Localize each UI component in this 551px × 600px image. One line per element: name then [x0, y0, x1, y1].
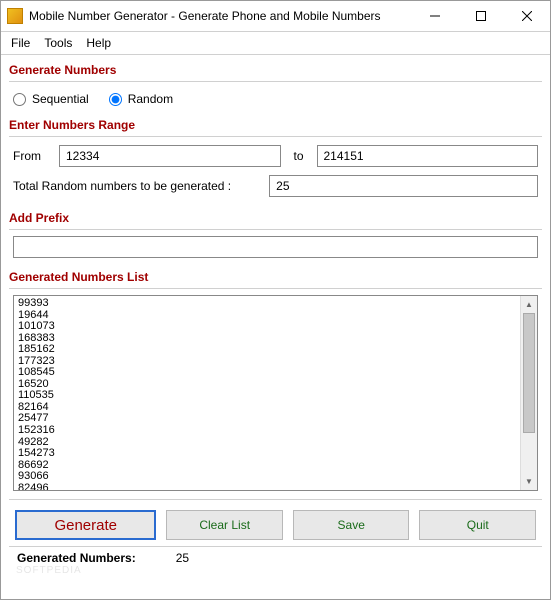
maximize-button[interactable] — [458, 1, 504, 31]
prefix-row — [9, 236, 542, 264]
section-generate-numbers: Generate Numbers — [9, 59, 542, 82]
generate-button[interactable]: Generate — [15, 510, 156, 540]
status-value: 25 — [176, 551, 189, 565]
menubar: File Tools Help — [1, 31, 550, 55]
radio-sequential-label: Sequential — [32, 92, 89, 106]
mode-row: Sequential Random — [9, 88, 542, 112]
list-item[interactable]: 16520 — [18, 379, 516, 391]
total-label: Total Random numbers to be generated : — [13, 179, 231, 193]
list-item[interactable]: 49282 — [18, 437, 516, 449]
scroll-track[interactable] — [521, 433, 537, 473]
total-input[interactable] — [269, 175, 538, 197]
list-item[interactable]: 19644 — [18, 310, 516, 322]
numbers-list-inner: 9939319644101073168383185162177323108545… — [14, 296, 520, 490]
scroll-down-icon[interactable]: ▼ — [521, 473, 537, 490]
quit-button[interactable]: Quit — [419, 510, 536, 540]
titlebar: Mobile Number Generator - Generate Phone… — [1, 1, 550, 31]
clear-list-button[interactable]: Clear List — [166, 510, 283, 540]
window-controls — [412, 1, 550, 31]
list-item[interactable]: 152316 — [18, 425, 516, 437]
section-prefix: Add Prefix — [9, 207, 542, 230]
list-item[interactable]: 101073 — [18, 321, 516, 333]
list-item[interactable]: 108545 — [18, 367, 516, 379]
menu-help[interactable]: Help — [86, 36, 111, 50]
list-item[interactable]: 154273 — [18, 448, 516, 460]
total-row: Total Random numbers to be generated : — [9, 173, 542, 205]
scroll-thumb[interactable] — [523, 313, 535, 433]
list-item[interactable]: 25477 — [18, 413, 516, 425]
to-label: to — [289, 149, 309, 163]
list-item[interactable]: 82496 — [18, 483, 516, 490]
window-title: Mobile Number Generator - Generate Phone… — [29, 9, 412, 23]
menu-file[interactable]: File — [11, 36, 30, 50]
to-input[interactable] — [317, 145, 539, 167]
list-item[interactable]: 93066 — [18, 471, 516, 483]
status-label: Generated Numbers: — [17, 551, 136, 565]
close-button[interactable] — [504, 1, 550, 31]
radio-sequential-input[interactable] — [13, 93, 26, 106]
list-item[interactable]: 168383 — [18, 333, 516, 345]
list-item[interactable]: 86692 — [18, 460, 516, 472]
list-item[interactable]: 99393 — [18, 298, 516, 310]
radio-random-label: Random — [128, 92, 173, 106]
radio-random-input[interactable] — [109, 93, 122, 106]
section-list: Generated Numbers List — [9, 266, 542, 289]
list-item[interactable]: 177323 — [18, 356, 516, 368]
range-row: From to — [9, 143, 542, 173]
save-button[interactable]: Save — [293, 510, 410, 540]
radio-sequential[interactable]: Sequential — [13, 92, 89, 106]
list-item[interactable]: 82164 — [18, 402, 516, 414]
list-item[interactable]: 185162 — [18, 344, 516, 356]
scroll-up-icon[interactable]: ▲ — [521, 296, 537, 313]
numbers-listbox[interactable]: 9939319644101073168383185162177323108545… — [13, 295, 538, 491]
radio-random[interactable]: Random — [109, 92, 173, 106]
statusbar: Generated Numbers: 25 — [9, 546, 542, 569]
prefix-input[interactable] — [13, 236, 538, 258]
from-label: From — [13, 149, 51, 163]
list-scrollbar[interactable]: ▲ ▼ — [520, 296, 537, 490]
app-icon — [7, 8, 23, 24]
list-item[interactable]: 110535 — [18, 390, 516, 402]
button-row: Generate Clear List Save Quit — [9, 499, 542, 546]
menu-tools[interactable]: Tools — [44, 36, 72, 50]
from-input[interactable] — [59, 145, 281, 167]
minimize-button[interactable] — [412, 1, 458, 31]
section-range: Enter Numbers Range — [9, 114, 542, 137]
